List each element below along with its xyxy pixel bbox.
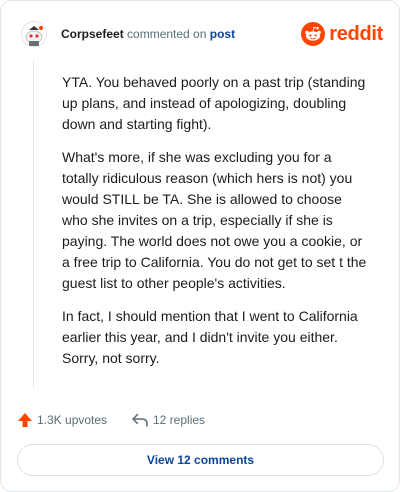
comment-paragraph: What's more, if she was excluding you fo… — [62, 149, 367, 291]
view-comments-button[interactable]: View 12 comments — [17, 444, 384, 476]
upvote-count: 1.3K upvotes — [37, 413, 108, 427]
comment-paragraph: YTA. You behaved poorly on a past trip (… — [62, 74, 366, 132]
comment-embed-card: Corpsefeet commented on post reddit YTA.… — [0, 0, 400, 492]
commented-on-text: commented on — [127, 27, 207, 41]
username-link[interactable]: Corpsefeet — [61, 27, 124, 41]
comment-paragraph: In fact, I should mention that I went to… — [62, 308, 358, 366]
upvote-button[interactable]: 1.3K upvotes — [17, 411, 107, 429]
thread-line[interactable] — [33, 59, 34, 389]
reddit-brand[interactable]: reddit — [293, 21, 383, 47]
post-link[interactable]: post — [210, 27, 235, 41]
comment-attribution: Corpsefeet commented on post — [61, 26, 235, 42]
upvote-arrow-icon — [18, 413, 32, 427]
reddit-wordmark: reddit — [329, 23, 383, 45]
avatar-icon[interactable] — [21, 21, 47, 47]
comment-header: Corpsefeet commented on post reddit — [21, 21, 383, 47]
reply-arrow-icon — [132, 413, 148, 427]
reddit-logo-icon — [301, 22, 325, 46]
comment-body: YTA. You behaved poorly on a past trip (… — [62, 72, 368, 381]
replies-count: 12 replies — [153, 413, 206, 427]
replies-button[interactable]: 12 replies — [131, 411, 205, 429]
comment-actions: 1.3K upvotes 12 replies — [17, 409, 377, 431]
